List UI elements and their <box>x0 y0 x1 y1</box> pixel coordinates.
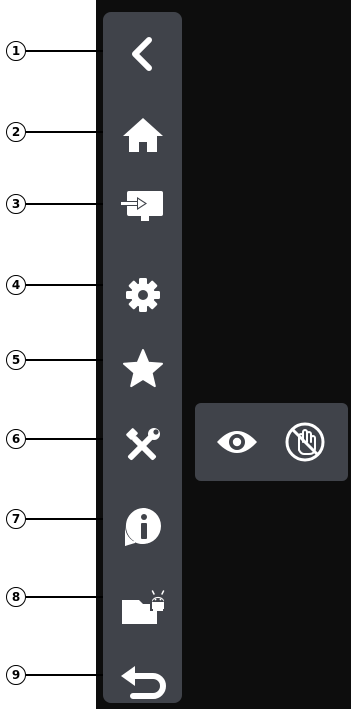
callout-6: 6 <box>6 429 26 449</box>
tools-icon <box>125 428 160 461</box>
input-source-icon <box>118 191 163 221</box>
callout-5: 5 <box>6 350 26 370</box>
home-button[interactable] <box>103 110 182 160</box>
input-source-button[interactable] <box>103 180 182 230</box>
callout-4: 4 <box>6 275 26 295</box>
info-icon <box>124 508 161 546</box>
home-icon <box>122 118 163 152</box>
tools-submenu <box>195 403 348 481</box>
favorites-button[interactable] <box>103 344 182 394</box>
return-icon <box>120 666 166 699</box>
leader-line-2 <box>26 131 112 133</box>
return-button[interactable] <box>103 659 182 709</box>
android-apps-button[interactable] <box>103 582 182 632</box>
touch-lock-button[interactable] <box>280 417 330 467</box>
leader-line-9 <box>26 674 112 676</box>
callout-1: 1 <box>6 41 26 61</box>
callout-3: 3 <box>6 194 26 214</box>
gear-icon <box>125 278 160 312</box>
chevron-left-icon <box>131 37 152 71</box>
callout-2: 2 <box>6 122 26 142</box>
eye-button[interactable] <box>212 417 262 467</box>
settings-button[interactable] <box>103 270 182 320</box>
callout-8: 8 <box>6 587 26 607</box>
leader-line-3 <box>26 203 112 205</box>
tools-button[interactable] <box>103 421 182 471</box>
back-button[interactable] <box>103 29 182 79</box>
eye-icon <box>217 431 257 453</box>
android-folder-icon <box>121 590 166 624</box>
info-button[interactable] <box>103 502 182 552</box>
leader-line-4 <box>26 284 112 286</box>
leader-line-7 <box>26 518 112 520</box>
leader-line-5 <box>26 359 112 361</box>
leader-line-8 <box>26 596 112 598</box>
star-icon <box>122 349 163 388</box>
touch-disabled-icon <box>285 422 325 462</box>
sidebar-menu <box>103 12 182 703</box>
callout-7: 7 <box>6 509 26 529</box>
leader-line-1 <box>26 50 112 52</box>
callout-9: 9 <box>6 665 26 685</box>
leader-line-6 <box>26 438 112 440</box>
